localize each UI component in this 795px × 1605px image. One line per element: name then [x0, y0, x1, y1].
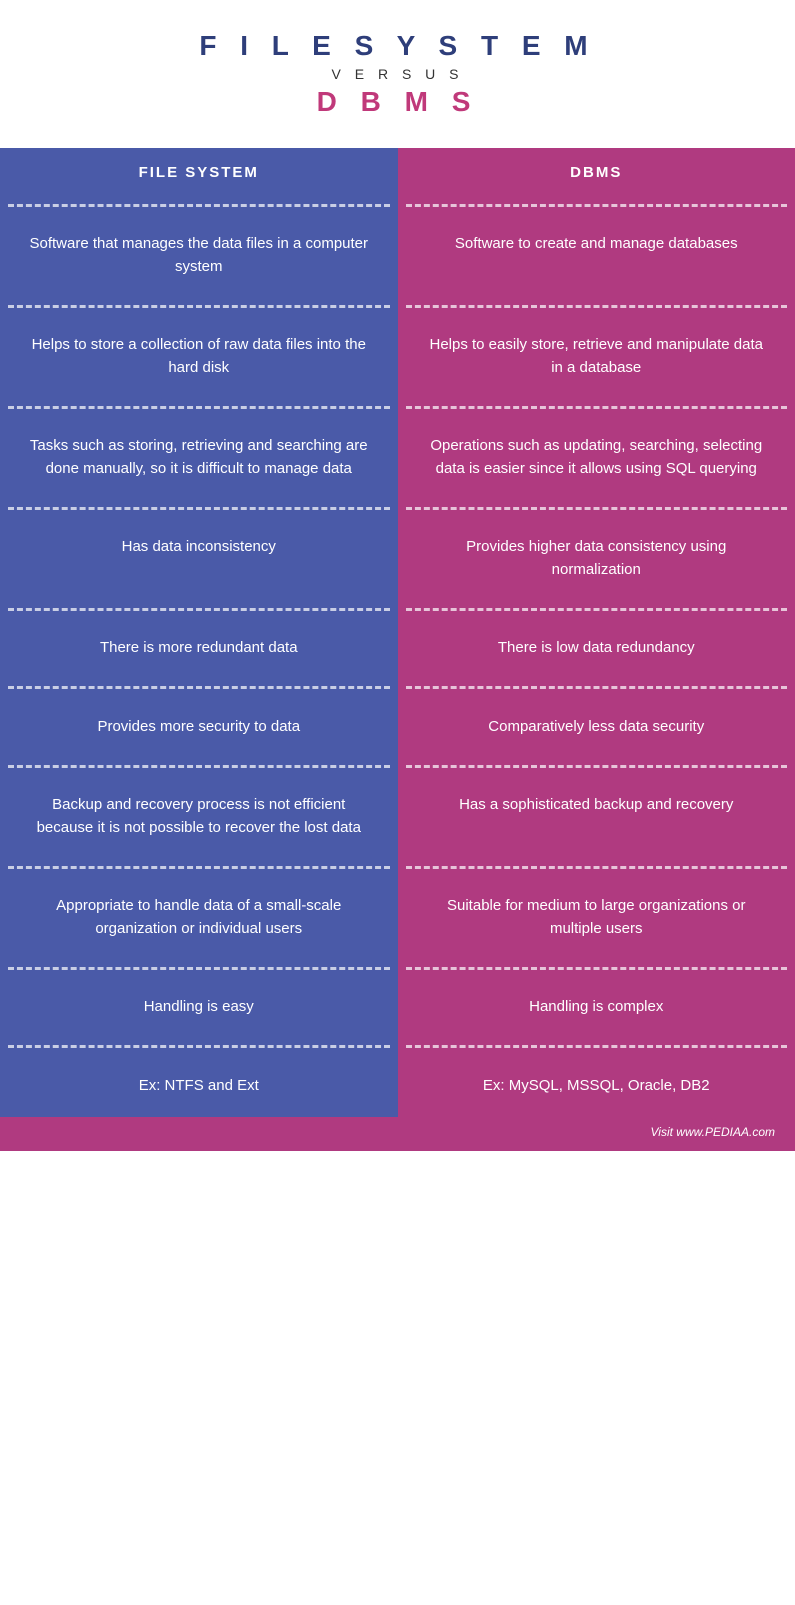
- table-row: Ex: NTFS and Ext Ex: MySQL, MSSQL, Oracl…: [0, 1055, 795, 1118]
- title-dbms: D B M S: [20, 86, 775, 118]
- divider-row-4: [0, 601, 795, 617]
- row10-right: Ex: MySQL, MSSQL, Oracle, DB2: [398, 1055, 795, 1118]
- title-filesystem: F I L E S Y S T E M: [20, 30, 775, 62]
- row3-right: Operations such as updating, searching, …: [398, 415, 795, 500]
- row6-right: Comparatively less data security: [398, 696, 795, 759]
- row6-left: Provides more security to data: [0, 696, 398, 759]
- page-container: F I L E S Y S T E M V E R S U S D B M S …: [0, 0, 795, 1151]
- table-row: Provides more security to data Comparati…: [0, 696, 795, 759]
- footer-section: Visit www.PEDIAA.com: [0, 1117, 795, 1151]
- col-header-filesystem: FILE SYSTEM: [0, 148, 398, 197]
- row1-left: Software that manages the data files in …: [0, 213, 398, 298]
- row1-right: Software to create and manage databases: [398, 213, 795, 298]
- divider-row-3: [0, 500, 795, 516]
- footer-text: Visit www.PEDIAA.com: [651, 1125, 775, 1139]
- row2-right: Helps to easily store, retrieve and mani…: [398, 314, 795, 399]
- title-versus: V E R S U S: [20, 66, 775, 82]
- divider-row-1: [0, 298, 795, 314]
- divider-row-0: [0, 197, 795, 213]
- table-row: Has data inconsistency Provides higher d…: [0, 516, 795, 601]
- table-row: Tasks such as storing, retrieving and se…: [0, 415, 795, 500]
- row5-right: There is low data redundancy: [398, 617, 795, 680]
- table-row: Software that manages the data files in …: [0, 213, 795, 298]
- row2-left: Helps to store a collection of raw data …: [0, 314, 398, 399]
- column-header-row: FILE SYSTEM DBMS: [0, 148, 795, 197]
- row10-left: Ex: NTFS and Ext: [0, 1055, 398, 1118]
- row4-right: Provides higher data consistency using n…: [398, 516, 795, 601]
- table-row: There is more redundant data There is lo…: [0, 617, 795, 680]
- divider-row-7: [0, 859, 795, 875]
- table-row: Appropriate to handle data of a small-sc…: [0, 875, 795, 960]
- row9-right: Handling is complex: [398, 976, 795, 1039]
- row8-right: Suitable for medium to large organizatio…: [398, 875, 795, 960]
- divider-row-6: [0, 758, 795, 774]
- divider-row-2: [0, 399, 795, 415]
- comparison-table: FILE SYSTEM DBMS Software that manages t…: [0, 148, 795, 1117]
- row8-left: Appropriate to handle data of a small-sc…: [0, 875, 398, 960]
- table-row: Handling is easy Handling is complex: [0, 976, 795, 1039]
- header-section: F I L E S Y S T E M V E R S U S D B M S: [0, 0, 795, 148]
- divider-row-8: [0, 960, 795, 976]
- row3-left: Tasks such as storing, retrieving and se…: [0, 415, 398, 500]
- row7-left: Backup and recovery process is not effic…: [0, 774, 398, 859]
- table-row: Backup and recovery process is not effic…: [0, 774, 795, 859]
- row7-right: Has a sophisticated backup and recovery: [398, 774, 795, 859]
- divider-row-9: [0, 1039, 795, 1055]
- table-row: Helps to store a collection of raw data …: [0, 314, 795, 399]
- row5-left: There is more redundant data: [0, 617, 398, 680]
- row9-left: Handling is easy: [0, 976, 398, 1039]
- col-header-dbms: DBMS: [398, 148, 795, 197]
- row4-left: Has data inconsistency: [0, 516, 398, 601]
- divider-row-5: [0, 680, 795, 696]
